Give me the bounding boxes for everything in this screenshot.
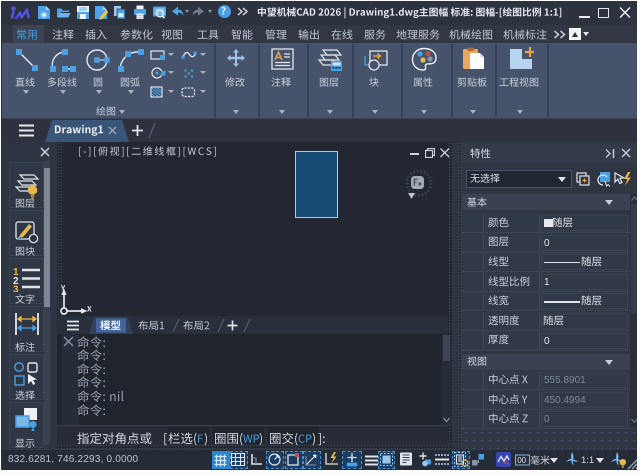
svg-text:3: 3 <box>13 285 19 293</box>
svg-text:00: 00 <box>517 456 526 465</box>
